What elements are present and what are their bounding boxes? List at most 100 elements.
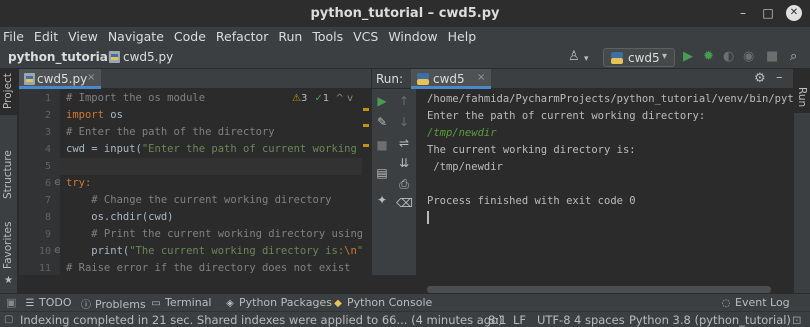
lock-icon[interactable]: ⊡ <box>792 313 802 327</box>
run-tab-cwd5[interactable]: cwd5 × <box>411 69 491 89</box>
stop-icon[interactable]: ■ <box>374 138 390 152</box>
editor-tab-bar: cwd5.py × <box>19 69 371 89</box>
indent-setting[interactable]: 4 spaces <box>574 313 625 327</box>
line-number: 9 <box>44 229 51 240</box>
user-icon[interactable]: ♙ <box>568 50 580 64</box>
maximize-button[interactable]: □ <box>760 5 776 21</box>
code-line: import os <box>66 109 123 121</box>
debug-icon[interactable]: ✹ <box>703 50 714 64</box>
scroll-down-icon[interactable]: ↓ <box>396 115 412 129</box>
code-line: cwd = input("Enter the path of current w… <box>66 143 369 155</box>
python-interpreter[interactable]: Python 3.8 (python_tutorial) <box>629 313 791 327</box>
code-line: try: <box>66 177 91 189</box>
close-tab-icon[interactable]: × <box>87 72 95 83</box>
python-console-icon: ◆ <box>334 298 342 309</box>
profile-icon[interactable]: ◉ <box>743 50 754 64</box>
trash-icon[interactable]: ⌫ <box>396 196 413 210</box>
python-config-icon <box>417 73 429 85</box>
run-tool-window-header: Run: cwd5 × ⚙ – <box>372 69 793 89</box>
code-text: os <box>103 109 123 121</box>
tool-windows-icon[interactable]: ▣ <box>6 296 16 309</box>
stop-icon[interactable]: ■ <box>766 50 778 64</box>
user-dropdown-arrow-icon[interactable]: ▾ <box>584 52 589 66</box>
star-icon[interactable]: ★ <box>4 275 13 286</box>
line-separator[interactable]: LF <box>513 313 526 327</box>
pin-icon[interactable]: ✦ <box>374 193 390 207</box>
gear-icon[interactable]: ⚙ <box>754 71 766 86</box>
minimize-button[interactable]: – <box>735 5 751 21</box>
error-stripe-marker[interactable] <box>363 144 369 147</box>
status-toggle-icon[interactable]: ▢ <box>4 314 13 325</box>
code-editor[interactable]: # Import the os module import os # Enter… <box>60 89 371 275</box>
close-tab-icon[interactable]: × <box>477 72 485 83</box>
line-number: 8 <box>44 212 51 223</box>
menu-code[interactable]: Code <box>174 27 206 46</box>
run-icon[interactable]: ▶ <box>683 50 693 64</box>
console-line: Process finished with exit code 0 <box>427 195 636 207</box>
error-stripe-marker[interactable] <box>363 124 369 127</box>
wrench-icon[interactable]: ✎ <box>374 115 390 129</box>
status-message[interactable]: Indexing completed in 21 sec. Shared ind… <box>20 313 503 327</box>
favorites-tool-label[interactable]: Favorites <box>2 222 14 269</box>
keyword: try <box>66 177 85 189</box>
navigation-bar: python_tutorial › cwd5.py ♙ ▾ cwd5 ▾ ▶ ✹… <box>0 46 810 69</box>
menu-refactor[interactable]: Refactor <box>216 27 268 46</box>
python-packages-tool-button[interactable]: ◈ Python Packages <box>224 296 332 309</box>
menu-navigate[interactable]: Navigate <box>108 27 164 46</box>
file-encoding[interactable]: UTF-8 <box>537 313 571 327</box>
todo-tool-button[interactable]: ☰ TODO <box>24 296 72 309</box>
search-icon[interactable]: ⌕ <box>790 50 797 64</box>
terminal-icon: ▭ <box>151 298 161 309</box>
menu-run[interactable]: Run <box>278 27 302 46</box>
inspection-widget[interactable]: ⚠3 ✓1 ^ v <box>292 93 353 104</box>
scroll-to-end-icon[interactable]: ⇊ <box>396 156 412 170</box>
scroll-up-icon[interactable]: ↑ <box>396 94 412 108</box>
string-literal: "The current working directory is: <box>129 245 345 257</box>
run-console[interactable]: /home/fahmida/PycharmProjects/python_tut… <box>417 89 793 286</box>
todo-label: TODO <box>39 296 72 309</box>
chevron-up-icon[interactable]: ^ <box>335 93 343 104</box>
menu-vcs[interactable]: VCS <box>353 27 378 46</box>
structure-tool-label[interactable]: Structure <box>2 150 14 199</box>
console-cursor <box>427 211 429 224</box>
list-icon: ☰ <box>25 298 35 309</box>
soft-wrap-icon[interactable]: ⇌ <box>396 136 412 150</box>
menu-window[interactable]: Window <box>388 27 437 46</box>
terminal-label: Terminal <box>165 296 212 309</box>
layout-icon[interactable]: ▤ <box>374 166 390 180</box>
console-line: Enter the path of current working direct… <box>427 110 706 122</box>
console-horizontal-scrollbar[interactable] <box>427 286 771 293</box>
editor-scrollbar[interactable] <box>362 89 371 275</box>
run-configuration-selector[interactable]: cwd5 ▾ <box>603 48 675 67</box>
line-number: 6 <box>44 178 51 189</box>
run-tool-tab[interactable]: Run <box>794 69 810 113</box>
python-console-tool-button[interactable]: ◆ Python Console <box>332 296 432 309</box>
console-line: /tmp/newdir <box>427 161 503 173</box>
problems-tool-button[interactable]: ⓘ Problems <box>80 296 146 311</box>
terminal-tool-button[interactable]: ▭ Terminal <box>150 296 212 309</box>
project-tool-tab[interactable]: Project <box>0 69 18 115</box>
print-icon[interactable]: ⎙ <box>396 177 412 191</box>
run-tool-label: Run <box>796 87 808 108</box>
menu-tools[interactable]: Tools <box>312 27 343 46</box>
coverage-icon[interactable]: ◐ <box>723 50 734 64</box>
close-button[interactable]: ✕ <box>786 5 802 21</box>
weak-warning-icon: ✓ <box>314 93 323 104</box>
caret-position[interactable]: 8:1 <box>488 313 507 327</box>
menu-file[interactable]: File <box>3 27 24 46</box>
run-label: Run: <box>376 72 404 86</box>
menu-help[interactable]: Help <box>448 27 477 46</box>
breadcrumb-project[interactable]: python_tutorial <box>8 50 112 64</box>
error-stripe-marker[interactable] <box>363 108 369 111</box>
menu-edit[interactable]: Edit <box>34 27 58 46</box>
event-log-tool-button[interactable]: ◌ Event Log <box>720 296 790 309</box>
breadcrumb-separator: › <box>100 50 105 64</box>
breadcrumb-file[interactable]: cwd5.py <box>123 50 173 64</box>
run-tab-label: cwd5 <box>433 72 465 86</box>
menu-view[interactable]: View <box>68 27 98 46</box>
chevron-down-icon[interactable]: v <box>347 93 353 104</box>
rerun-icon[interactable]: ▶ <box>374 94 390 108</box>
editor-tab-cwd5[interactable]: cwd5.py × <box>19 69 101 89</box>
minimize-panel-icon[interactable]: – <box>776 70 783 85</box>
console-line: /home/fahmida/PycharmProjects/python_tut… <box>427 93 793 105</box>
